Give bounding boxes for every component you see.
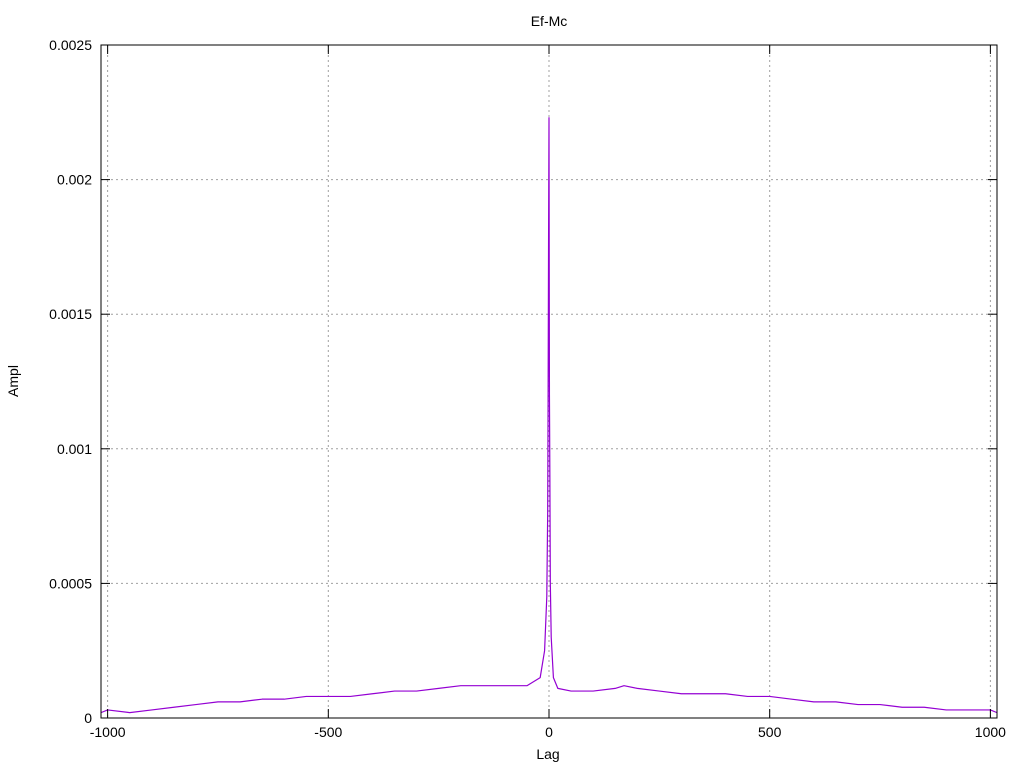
y-tick-label: 0.0025 (49, 37, 92, 53)
x-tick-label: -500 (314, 724, 342, 740)
y-axis-label: Ampl (5, 365, 21, 397)
axis-ticks: 00.00050.0010.00150.0020.0025-1000 -500 0 5… (49, 37, 1006, 740)
x-tick-label: -1000 (90, 724, 126, 740)
series-group (100, 117, 998, 714)
x-tick-label: 500 (758, 724, 782, 740)
x-tick-label: 0 (545, 724, 553, 740)
y-tick-label: 0.0015 (49, 306, 92, 322)
chart: Ef-Mc 0 0.0005 0.001 0.0015 0.002 0.0025 -1000… (5, 13, 1006, 762)
chart-title: Ef-Mc (531, 13, 568, 29)
y-tick-label: 0.0005 (49, 575, 92, 591)
x-axis-label: Lag (536, 746, 559, 762)
x-tick-label: 1000 (975, 724, 1006, 740)
series-line (100, 117, 998, 714)
y-tick-label: 0.001 (57, 441, 92, 457)
y-tick-label: 0.002 (57, 172, 92, 188)
